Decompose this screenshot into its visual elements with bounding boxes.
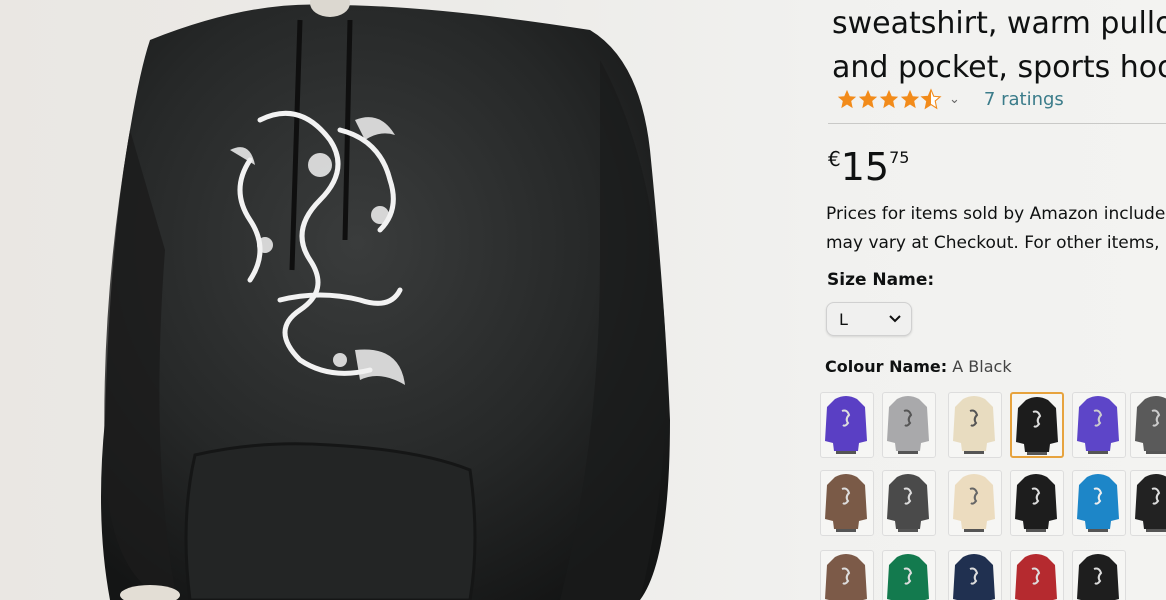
star-icon	[879, 89, 899, 109]
colour-swatch-green[interactable]	[882, 550, 936, 600]
colour-swatch-brown-text[interactable]	[820, 470, 874, 536]
colour-swatch-black-3[interactable]	[1072, 550, 1126, 600]
colour-swatch-red[interactable]	[1010, 550, 1064, 600]
price-currency: €	[828, 147, 841, 171]
colour-swatch-brown-2[interactable]	[820, 550, 874, 600]
colour-swatch-cream-dragon[interactable]	[948, 392, 1002, 458]
colour-swatch-black-text-2[interactable]	[1130, 470, 1166, 536]
price-whole: 15	[840, 145, 890, 189]
price-note-line: Prices for items sold by Amazon include …	[826, 204, 1166, 224]
product-title: sweatshirt, warm pullov and pocket, spor…	[832, 2, 1166, 90]
product-main-image[interactable]	[0, 0, 800, 600]
size-selected-value: L	[839, 309, 848, 329]
chevron-down-icon	[889, 315, 901, 323]
star-icon	[837, 89, 857, 109]
price-fraction: 75	[889, 148, 910, 167]
colour-selected-value: A Black	[952, 357, 1012, 376]
colour-swatch-charcoal-dragon[interactable]	[1130, 392, 1166, 458]
hoodie-thumbnail	[953, 554, 995, 600]
size-dropdown[interactable]: L	[826, 302, 912, 336]
colour-swatch-black-dragon[interactable]	[1010, 392, 1064, 458]
hoodie-thumbnail	[825, 396, 867, 454]
colour-swatch-purple-dragon[interactable]	[820, 392, 874, 458]
price: €1575	[828, 145, 909, 189]
hoodie-thumbnail	[1077, 396, 1119, 454]
colour-swatch-cream-text[interactable]	[948, 470, 1002, 536]
colour-swatch-violet-dragon[interactable]	[1072, 392, 1126, 458]
hoodie-thumbnail	[1016, 397, 1058, 455]
hoodie-thumbnail	[1135, 474, 1166, 532]
hoodie-thumbnail	[1077, 474, 1119, 532]
half-star-icon	[920, 88, 942, 110]
colour-swatch-blue-text[interactable]	[1072, 470, 1126, 536]
product-info-panel: sweatshirt, warm pullov and pocket, spor…	[820, 0, 1166, 600]
hoodie-thumbnail	[1015, 474, 1057, 532]
star-icon	[900, 89, 920, 109]
product-title-line: and pocket, sports hood	[832, 50, 1166, 85]
colour-label: Colour Name: A Black	[825, 357, 1012, 376]
chevron-down-icon[interactable]: ⌄	[949, 92, 960, 107]
colour-swatch-grey-dragon[interactable]	[882, 392, 936, 458]
colour-swatch-dark-grey-text[interactable]	[882, 470, 936, 536]
hoodie-thumbnail	[825, 554, 867, 600]
colour-swatch-black-text[interactable]	[1010, 470, 1064, 536]
star-rating[interactable]	[836, 88, 942, 110]
hoodie-thumbnail	[887, 474, 929, 532]
price-note-line: may vary at Checkout. For other items, p…	[826, 233, 1166, 253]
hoodie-thumbnail	[887, 396, 929, 454]
star-icon	[858, 89, 878, 109]
colour-label-text: Colour Name:	[825, 357, 948, 376]
price-note: Prices for items sold by Amazon include …	[826, 200, 1166, 258]
hoodie-thumbnail	[1135, 396, 1166, 454]
ratings-count-link[interactable]: 7 ratings	[984, 89, 1064, 110]
colour-swatch-navy[interactable]	[948, 550, 1002, 600]
hoodie-thumbnail	[1015, 554, 1057, 600]
product-title-line: sweatshirt, warm pullov	[832, 6, 1166, 41]
hoodie-thumbnail	[825, 474, 867, 532]
rating-row: ⌄ 7 ratings	[836, 88, 1064, 110]
hoodie-thumbnail	[953, 474, 995, 532]
hoodie-thumbnail	[953, 396, 995, 454]
size-label: Size Name:	[827, 270, 935, 290]
hoodie-thumbnail	[1077, 554, 1119, 600]
divider	[828, 123, 1166, 124]
hoodie-thumbnail	[887, 554, 929, 600]
